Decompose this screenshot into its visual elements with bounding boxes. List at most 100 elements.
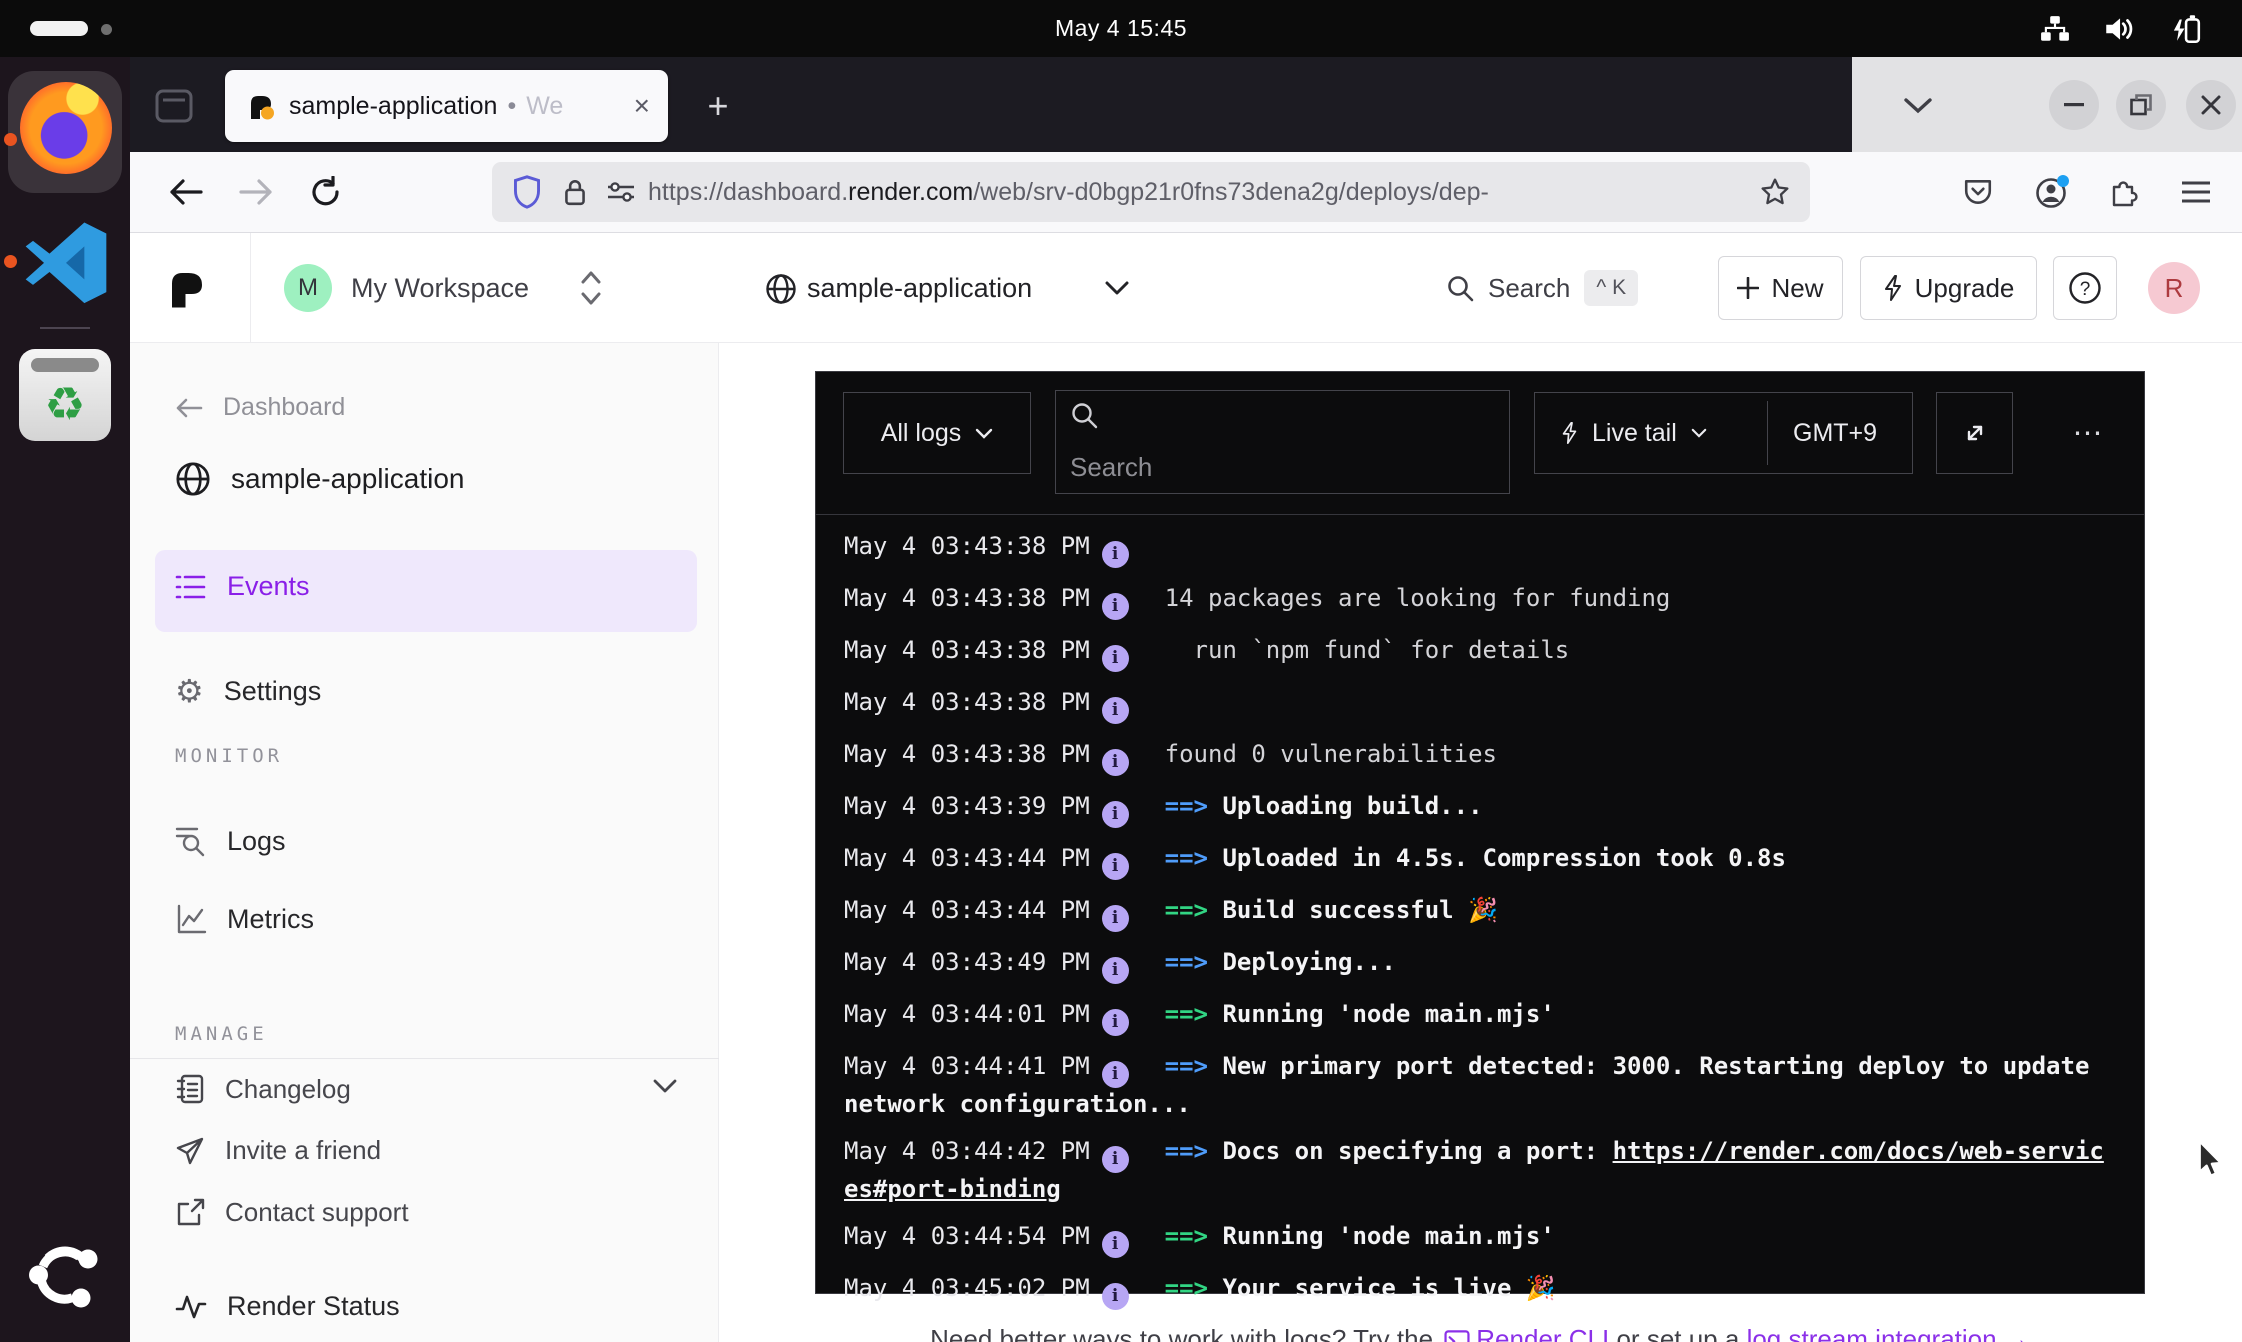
sidebar-back-dashboard[interactable]: Dashboard — [175, 393, 345, 422]
sidebar-item-events[interactable]: Events — [175, 571, 310, 602]
log-timestamp: May 4 03:43:39 PM — [844, 792, 1090, 820]
bookmark-star-icon[interactable] — [1760, 177, 1790, 207]
sidebar: Dashboard sample-application Events ⚙ Se… — [130, 343, 719, 1342]
render-logo[interactable] — [166, 266, 208, 310]
changelog-chevron-down-icon[interactable] — [653, 1079, 677, 1093]
menu-hamburger-icon[interactable] — [2166, 152, 2226, 232]
global-search[interactable]: Search ^ K — [1446, 233, 1638, 343]
browser-tab[interactable]: sample-application • We × — [225, 70, 668, 142]
info-icon: i — [1102, 801, 1129, 828]
system-top-bar: May 4 15:45 — [0, 0, 2242, 57]
upgrade-button[interactable]: Upgrade — [1860, 256, 2037, 320]
minimize-button[interactable] — [2049, 80, 2099, 130]
arrow-left-icon — [175, 398, 203, 418]
timezone-label: GMT+9 — [1793, 419, 1877, 448]
workspace-selector[interactable]: My Workspace — [351, 233, 529, 343]
vscode-icon[interactable] — [22, 217, 110, 305]
new-button[interactable]: New — [1718, 256, 1843, 320]
help-button[interactable]: ? — [2053, 256, 2117, 320]
volume-icon[interactable] — [2102, 12, 2136, 46]
render-favicon — [247, 92, 275, 120]
sidebar-service-name[interactable]: sample-application — [175, 461, 464, 497]
expand-logs-button[interactable] — [1936, 392, 2013, 474]
sidebar-section-monitor: MONITOR — [175, 745, 283, 767]
log-line: May 4 03:43:44 PMi==> Build successful 🎉 — [844, 894, 2114, 932]
log-message: found 0 vulnerabilities — [1165, 740, 1497, 768]
log-timestamp: May 4 03:43:38 PM — [844, 532, 1090, 560]
lightning-icon — [1883, 275, 1903, 301]
vscode-running-dot — [4, 255, 17, 268]
sidebar-item-metrics[interactable]: Metrics — [175, 903, 314, 935]
forward-icon[interactable] — [226, 152, 286, 232]
log-arrow-prefix: ==> — [1165, 896, 1223, 924]
firefox-icon[interactable] — [20, 82, 112, 174]
system-clock[interactable]: May 4 15:45 — [0, 0, 2242, 57]
app-header: M My Workspace sample-application Search… — [130, 233, 2242, 343]
tab-separator: • — [507, 92, 516, 121]
sidebar-item-logs[interactable]: Logs — [175, 825, 286, 857]
info-icon: i — [1102, 1146, 1129, 1173]
workspace-updown-chevron-icon[interactable] — [578, 269, 604, 307]
firefox-view-icon[interactable] — [152, 85, 196, 127]
ubuntu-show-apps-icon[interactable] — [26, 1236, 104, 1314]
log-message: Uploaded in 4.5s. Compression took 0.8s — [1222, 844, 1786, 872]
tab-close-icon[interactable]: × — [634, 92, 650, 120]
log-message: run `npm fund` for details — [1165, 636, 1570, 664]
group-divider — [1767, 401, 1768, 465]
new-tab-button[interactable]: + — [695, 83, 741, 129]
chevron-down-icon — [975, 428, 993, 439]
log-filter-dropdown[interactable]: All logs — [843, 392, 1031, 474]
live-tail-timezone-group[interactable]: Live tail GMT+9 — [1534, 392, 1913, 474]
log-line: May 4 03:44:42 PMi==> Docs on specifying… — [844, 1135, 2114, 1206]
search-icon — [1070, 401, 1098, 429]
sidebar-item-render-status[interactable]: Render Status — [175, 1291, 400, 1322]
log-line: May 4 03:43:38 PMi — [844, 530, 2114, 568]
dock: ♻ — [0, 57, 130, 1342]
info-icon: i — [1102, 697, 1129, 724]
main-content: All logs Search Live tail GMT+9 — [719, 343, 2242, 1342]
service-selector[interactable]: sample-application — [807, 233, 1032, 343]
info-icon: i — [1102, 645, 1129, 672]
list-all-tabs-chevron-icon[interactable] — [1896, 87, 1940, 123]
log-message: 14 packages are looking for funding — [1165, 584, 1671, 612]
info-icon: i — [1102, 1283, 1129, 1310]
log-more-menu[interactable]: ⋯ — [2061, 392, 2117, 474]
sidebar-item-settings[interactable]: ⚙ Settings — [175, 675, 321, 707]
sidebar-item-invite[interactable]: Invite a friend — [175, 1135, 381, 1166]
sidebar-section-manage: MANAGE — [175, 1023, 268, 1045]
log-timestamp: May 4 03:43:44 PM — [844, 844, 1090, 872]
reload-icon[interactable] — [296, 152, 356, 232]
log-line: May 4 03:44:41 PMi==> New primary port d… — [844, 1050, 2114, 1121]
network-icon[interactable] — [2040, 14, 2070, 44]
log-search-input[interactable]: Search — [1055, 390, 1510, 494]
log-timestamp: May 4 03:43:38 PM — [844, 740, 1090, 768]
log-arrow-prefix: ==> — [1165, 792, 1223, 820]
sidebar-item-changelog[interactable]: Changelog — [175, 1073, 351, 1105]
battery-charging-icon[interactable] — [2168, 12, 2202, 46]
tracking-shield-icon[interactable] — [512, 175, 542, 209]
log-timestamp: May 4 03:43:38 PM — [844, 636, 1090, 664]
workspace-avatar[interactable]: M — [284, 264, 332, 312]
back-icon[interactable] — [156, 152, 216, 232]
search-label: Search — [1488, 273, 1570, 304]
restore-button[interactable] — [2116, 80, 2166, 130]
expand-icon — [1962, 420, 1988, 446]
user-avatar[interactable]: R — [2148, 262, 2200, 314]
log-timestamp: May 4 03:43:44 PM — [844, 896, 1090, 924]
info-icon: i — [1102, 957, 1129, 984]
service-chevron-down-icon[interactable] — [1105, 281, 1129, 295]
lock-icon[interactable] — [562, 177, 588, 207]
log-timestamp: May 4 03:43:38 PM — [844, 584, 1090, 612]
log-stream-integration-link[interactable]: log stream integration → — [1747, 1324, 2030, 1342]
recycle-symbol-icon: ♻ — [44, 381, 85, 427]
permissions-icon[interactable] — [606, 179, 636, 205]
events-list-icon — [175, 573, 207, 601]
sidebar-item-contact[interactable]: Contact support — [175, 1197, 409, 1228]
pocket-icon[interactable] — [1948, 152, 2008, 232]
render-cli-link[interactable]: Render CLI — [1476, 1324, 1609, 1342]
close-window-button[interactable] — [2186, 80, 2236, 130]
account-icon[interactable] — [2022, 152, 2082, 232]
url-bar[interactable]: https://dashboard.render.com/web/srv-d0b… — [492, 162, 1810, 222]
extensions-puzzle-icon[interactable] — [2094, 152, 2154, 232]
trash-icon[interactable]: ♻ — [19, 349, 111, 441]
